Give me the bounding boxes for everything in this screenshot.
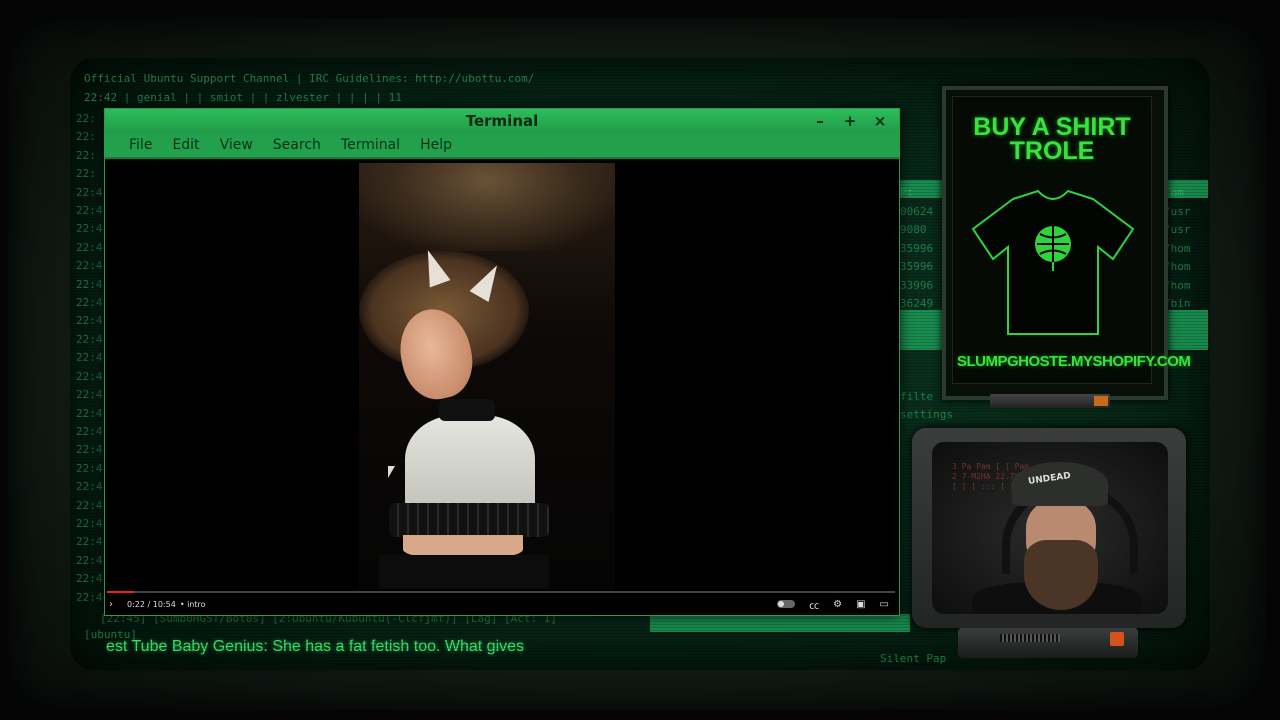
ad-url: SLUMPGHOSTE.MYSHOPIFY.COM xyxy=(957,353,1191,370)
window-controls: – + × xyxy=(813,109,887,133)
video-player[interactable] xyxy=(107,163,895,595)
process-path: /usr xyxy=(1164,223,1191,236)
side-label-filter: filte xyxy=(900,390,934,403)
ad-headline: BUY A SHIRT TROLE xyxy=(953,113,1151,165)
streamer-cap xyxy=(1012,462,1108,506)
irc-timestamp: 22:4 xyxy=(76,498,103,512)
irc-timestamp: 22:4 xyxy=(76,369,103,383)
irc-timestamps: 22: 22: 22: 22: 22:4 22:4 22:4 22:4 22:4 22:4 22:4… xyxy=(76,110,106,607)
shirt-ad-inner: BUY A SHIRT TROLE SLUMPGHOSTE.MYSHOPIFY.… xyxy=(952,96,1191,384)
menu-file[interactable]: File xyxy=(119,133,162,157)
ad-headline-line2: TROLE xyxy=(1009,137,1095,165)
chat-ticker: est Tube Baby Genius: She has a fat feti… xyxy=(106,638,525,655)
video-progress-bar[interactable] xyxy=(107,591,895,593)
video-person-skirt xyxy=(379,555,549,589)
settings-icon[interactable]: ⚙ xyxy=(833,599,842,610)
irc-timestamp: 22:4 xyxy=(76,222,103,236)
irc-timestamp: 22:4 xyxy=(76,590,103,604)
process-id: 9080 xyxy=(900,223,927,236)
video-person-collar xyxy=(439,399,495,421)
status-bar-highlight xyxy=(650,614,910,632)
irc-timestamp: 22:4 xyxy=(76,388,103,402)
terminal-titlebar[interactable]: Terminal – + × xyxy=(105,109,899,133)
webcam-monitor: 3 Pa Pam [ [ Pam 2 7-M2HA 22.7% [ [ [ ::… xyxy=(912,428,1186,628)
maximize-button[interactable]: + xyxy=(843,109,857,133)
irc-timestamp: 22:4 xyxy=(76,406,103,420)
webcam-speaker-grille xyxy=(1000,634,1060,642)
streamer-beard xyxy=(1024,540,1098,610)
video-person-corset xyxy=(389,503,549,537)
miniplayer-icon[interactable]: ▣ xyxy=(856,599,865,610)
ad-stand xyxy=(990,394,1110,408)
chevron-right-icon[interactable]: › xyxy=(109,599,117,610)
process-id: 35996 xyxy=(900,260,934,273)
ad-headline-line1: BUY A SHIRT xyxy=(973,113,1131,141)
irc-timestamp: 22:4 xyxy=(76,351,103,365)
video-controls: › 0:22 / 10:54 • intro ㏄ ⚙ ▣ ▭ xyxy=(107,595,895,613)
irc-timestamp: 22:4 xyxy=(76,185,103,199)
irc-timestamp: 22:4 xyxy=(76,240,103,254)
video-frame[interactable] xyxy=(359,163,615,589)
menu-edit[interactable]: Edit xyxy=(162,133,209,157)
webcam-screen: 3 Pa Pam [ [ Pam 2 7-M2HA 22.7% [ [ [ ::… xyxy=(932,442,1168,614)
process-path: /hom xyxy=(1164,241,1191,255)
minimize-button[interactable]: – xyxy=(813,109,827,133)
menu-help[interactable]: Help xyxy=(410,133,462,157)
irc-nick-list: 22:42 | genial | | smiot | | zlvester | … xyxy=(84,91,402,104)
irc-timestamp: 22:4 xyxy=(76,553,103,567)
shirt-ad-panel: BUY A SHIRT TROLE SLUMPGHOSTE.MYSHOPIFY.… xyxy=(942,86,1191,400)
side-label-settings: settings xyxy=(900,408,953,421)
video-ceiling xyxy=(359,163,615,251)
close-button[interactable]: × xyxy=(873,109,887,133)
process-id: 33996 xyxy=(900,278,934,292)
irc-timestamp: 22:4 xyxy=(76,204,103,218)
video-time: 0:22 / 10:54 xyxy=(127,599,176,609)
process-id: 00624 xyxy=(900,204,934,218)
irc-timestamp: 22:4 xyxy=(76,259,103,273)
process-id: 35996 xyxy=(900,241,934,255)
irc-topic: Official Ubuntu Support Channel | IRC Gu… xyxy=(84,72,535,85)
irc-timestamp: 22:4 xyxy=(76,535,103,549)
process-path: /hom xyxy=(1164,260,1191,273)
irc-timestamp: 22:4 xyxy=(76,314,103,328)
irc-timestamp: 22:4 xyxy=(76,296,103,310)
menu-search[interactable]: Search xyxy=(263,133,331,157)
theater-icon[interactable]: ▭ xyxy=(880,599,889,610)
irc-timestamp: 22:4 xyxy=(76,572,103,586)
status-right: Silent Pap xyxy=(880,652,947,665)
menu-view[interactable]: View xyxy=(210,133,263,157)
irc-timestamp: 22:4 xyxy=(76,277,103,291)
menu-terminal[interactable]: Terminal xyxy=(331,133,410,157)
video-chapter[interactable]: • intro xyxy=(180,600,206,609)
ad-led-indicator xyxy=(1094,396,1108,406)
mouse-cursor-icon xyxy=(388,466,395,478)
terminal-window: Terminal – + × File Edit View Search Ter… xyxy=(104,108,900,616)
irc-timestamp: 22: xyxy=(76,130,96,144)
process-path-column: Com/usr/usr/hom/hom/hom/bin xyxy=(1164,184,1204,314)
irc-timestamp: 22:4 xyxy=(76,443,103,457)
irc-timestamp: 22:4 xyxy=(76,332,103,346)
webcam-led-indicator xyxy=(1110,632,1124,646)
video-right-controls: ㏄ ⚙ ▣ ▭ xyxy=(777,597,889,612)
tshirt-icon xyxy=(971,189,1135,335)
process-id: Pt xyxy=(900,186,914,199)
irc-timestamp: 22: xyxy=(76,148,96,162)
cc-icon[interactable]: ㏄ xyxy=(809,597,819,612)
irc-timestamp: 22:4 xyxy=(76,480,103,494)
autoplay-toggle-icon[interactable] xyxy=(777,600,796,608)
process-path: /hom xyxy=(1164,278,1191,292)
irc-timestamp: 22: xyxy=(76,167,96,181)
process-path: /usr xyxy=(1164,204,1191,218)
terminal-title: Terminal xyxy=(465,112,539,130)
irc-timestamp: 22:4 xyxy=(76,516,103,530)
process-path: Com xyxy=(1164,186,1184,199)
irc-timestamp: 22:4 xyxy=(76,424,103,438)
irc-timestamp: 22:4 xyxy=(76,461,103,475)
process-id-column: Pt 00624 9080 35996 35996 33996 36249 xyxy=(900,184,940,314)
terminal-menubar: File Edit View Search Terminal Help xyxy=(105,133,899,159)
video-progress-fill xyxy=(107,591,134,593)
irc-timestamp: 22: xyxy=(76,112,96,125)
